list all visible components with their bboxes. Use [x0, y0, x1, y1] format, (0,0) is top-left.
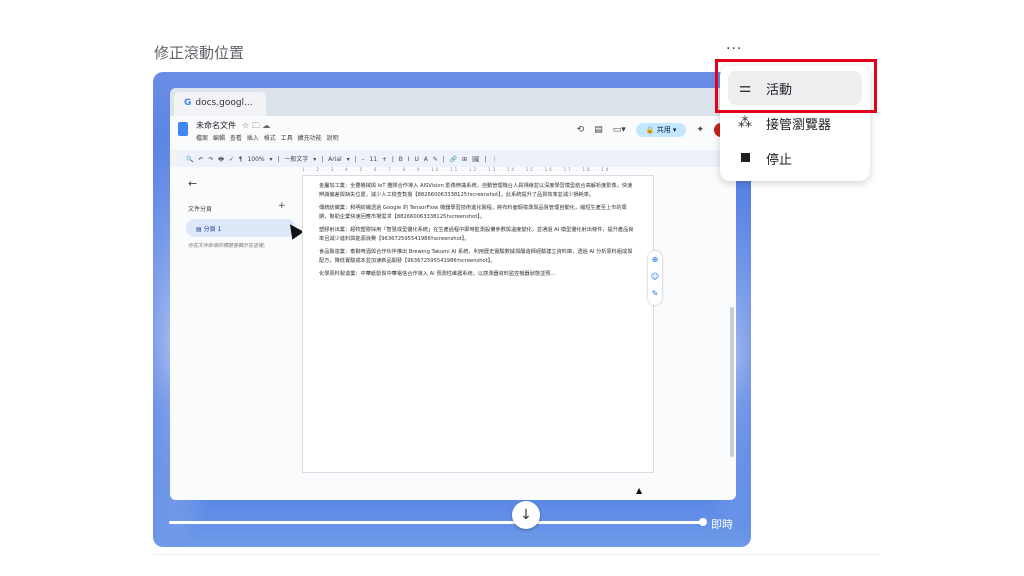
outline-title: 文件分頁: [188, 206, 213, 213]
google-g-icon: G: [184, 98, 192, 108]
outline-item-tab1: ▤ 分頁 1: [186, 219, 296, 237]
menu-edit: 編輯: [212, 135, 225, 142]
menu-view: 查看: [229, 135, 242, 142]
more-horizontal-icon[interactable]: ···: [726, 42, 742, 56]
take-control-cursor-icon: ⁂: [738, 115, 752, 131]
timeline-slider[interactable]: [169, 521, 701, 524]
doc-title-icons: ☆ 🗀 ☁: [242, 121, 271, 130]
add-tab-icon: +: [278, 201, 286, 211]
menu-insert: 插入: [246, 135, 259, 142]
doc-paragraph: 傳統紡織業：和明紡織透過 Google 的 TensorFlow 機器學習技術進…: [319, 205, 627, 220]
menu-extensions: 擴充功能: [297, 135, 322, 142]
docs-header: 未命名文件 ☆ 🗀 ☁ 檔案 編輯 查看 插入 格式 工具 擴充功能 說明 ⟲ ▤…: [170, 116, 736, 150]
floating-comment-tools: ⊕ ☺ ✎: [648, 251, 662, 305]
menu-format: 格式: [263, 135, 276, 142]
gemini-icon: ✦: [696, 125, 704, 135]
docs-menu-bar: 檔案 編輯 查看 插入 格式 工具 擴充功能 說明: [196, 133, 339, 142]
menu-item-label: 接管瀏覽器: [766, 117, 832, 133]
docs-logo-icon: [178, 122, 188, 136]
scrollbar-thumb: [730, 307, 734, 457]
scroll-down-button[interactable]: ↓: [512, 501, 540, 529]
add-comment-icon: ⊕: [651, 255, 659, 264]
doc-paragraph: 化學原料製造業：中華紙漿與中華電信合作導入 AI 預測性維護系統，以感測器資料監…: [319, 271, 556, 277]
document-area: ← 文件分頁 + ▤ 分頁 1 你在文件新增的標題會顯示在這裡。 1 . 2 .…: [170, 167, 736, 500]
menu-tools: 工具: [280, 135, 293, 142]
browser-screenshot: Gdocs.googl... 未命名文件 ☆ 🗀 ☁ 檔案 編輯 查看 插入 格式…: [170, 88, 736, 500]
document-outline: ← 文件分頁 + ▤ 分頁 1 你在文件新增的標題會顯示在這裡。: [178, 167, 304, 500]
emoji-icon: ☺: [650, 272, 660, 281]
menu-item-label: 停止: [766, 152, 793, 168]
history-icon: ⟲: [576, 125, 585, 135]
meet-icon: ▭▾: [612, 125, 626, 135]
comments-icon: ▤: [594, 125, 603, 135]
stop-square-icon: [736, 150, 754, 166]
back-arrow-icon: ←: [188, 177, 198, 190]
timeline-knob[interactable]: [699, 518, 707, 526]
arrow-down-icon: ↓: [520, 507, 532, 523]
page-title: 修正滾動位置: [154, 44, 245, 62]
doc-title-text: 未命名文件: [196, 121, 236, 130]
browser-tab: Gdocs.googl...: [174, 92, 266, 116]
browser-tab-bar: Gdocs.googl...: [170, 88, 736, 116]
lock-icon: 🔒: [645, 126, 657, 134]
doc-title: 未命名文件 ☆ 🗀 ☁: [196, 120, 270, 134]
doc-paragraph: 金屬加工業：全豐機械與 IoT 團隊合作導入 AISVision 影像辨識系統，…: [319, 183, 633, 198]
tab-icon: ▤: [196, 226, 204, 233]
ruler: 1 . 2 . 3 . 4 . 5 . 6 . 7 . 8 . 9 . 10 .…: [302, 167, 611, 172]
menu-help: 說明: [326, 135, 339, 142]
tab-label: docs.googl...: [195, 98, 253, 108]
outline-item-label: 分頁 1: [203, 226, 222, 233]
share-button: 🔒 共用 ▾: [635, 123, 687, 137]
divider: [153, 554, 881, 555]
suggest-edit-icon: ✎: [651, 289, 659, 298]
highlight-annotation: [715, 59, 877, 113]
pointer-icon: ▲: [636, 486, 643, 495]
live-label[interactable]: 即時: [711, 516, 733, 532]
share-label: 共用: [656, 126, 671, 134]
menu-file: 檔案: [196, 135, 209, 142]
outline-hint: 你在文件新增的標題會顯示在這裡。: [188, 243, 269, 249]
doc-paragraph: 食品製造業：泰聯啤酒與合作伙伴推出 Brewing Takumi AI 系統，利…: [319, 249, 633, 264]
docs-header-actions: ⟲ ▤ ▭▾ 🔒 共用 ▾ ✦: [577, 123, 728, 137]
doc-paragraph: 塑膠射出業：超牧塑膠採用「智慧成型優化系統」在生產過程中即時監測設備參數與溫度變…: [319, 227, 634, 242]
menu-item-stop[interactable]: 停止: [720, 141, 870, 175]
document-page: 金屬加工業：全豐機械與 IoT 團隊合作導入 AISVision 影像辨識系統，…: [302, 175, 654, 473]
docs-toolbar: 🔍 ↶ ↷ 🖶 ✓ ¶ 100% ▾ | 一般文字 ▾ | Arial ▾ | …: [176, 150, 730, 167]
